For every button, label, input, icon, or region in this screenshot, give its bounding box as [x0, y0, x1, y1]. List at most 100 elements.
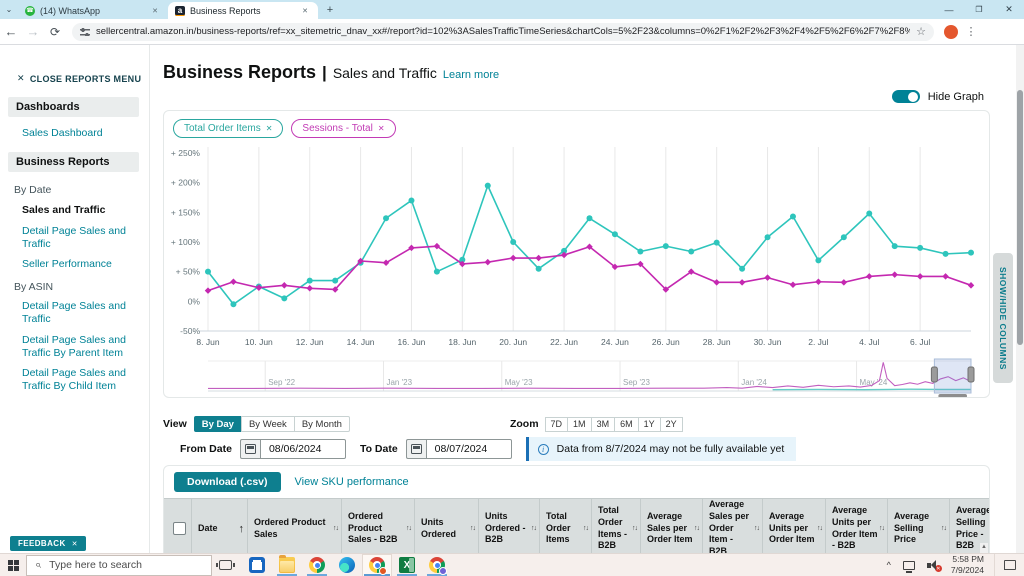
view-by-week[interactable]: By Week — [241, 416, 295, 432]
feedback-badge[interactable]: FEEDBACK ✕ — [10, 536, 86, 551]
sort-icon[interactable]: ↑↓ — [817, 525, 822, 532]
close-tab-icon[interactable]: ✕ — [299, 6, 311, 16]
table-scrollbar[interactable]: ▲ ▼ — [980, 543, 988, 553]
column-header-average-sales-per-order-item-b2b[interactable]: Average Sales per Order Item - B2B↑↓ — [703, 499, 763, 553]
sidebar-item-detail-page-sales-and-traffic[interactable]: Detail Page Sales and Traffic — [0, 296, 149, 330]
chevron-down-icon[interactable]: ⌄ — [0, 0, 18, 19]
zoom-3m[interactable]: 3M — [591, 417, 616, 432]
browser-tab-business-reports[interactable]: aBusiness Reports✕ — [168, 2, 318, 19]
view-sku-performance-link[interactable]: View SKU performance — [295, 476, 409, 488]
sort-icon[interactable]: ↑↓ — [470, 525, 475, 532]
metric-chip-sessions-total[interactable]: Sessions - Total✕ — [291, 119, 395, 138]
column-header-ordered-product-sales[interactable]: Ordered Product Sales↑↓⌄ — [248, 499, 342, 553]
column-header-total-order-items[interactable]: Total Order Items↑↓ — [540, 499, 592, 553]
sort-icon[interactable]: ↑↓ — [583, 525, 588, 532]
view-by-day[interactable]: By Day — [194, 416, 242, 432]
chrome-taskbar-icon[interactable] — [302, 554, 332, 576]
close-icon[interactable]: ✕ — [72, 540, 78, 548]
task-view-button[interactable] — [212, 554, 238, 576]
column-header-units-ordered-b2b[interactable]: Units Ordered - B2B↑↓ — [479, 499, 540, 553]
column-header-date[interactable]: Date↑⌄ — [192, 499, 248, 553]
column-header-select[interactable] — [164, 499, 192, 553]
sidebar-item-detail-page-sales-and-traffic[interactable]: Detail Page Sales and Traffic — [0, 221, 149, 255]
chrome-active-taskbar-icon[interactable] — [362, 554, 392, 576]
sort-ascending-icon[interactable]: ↑ — [239, 523, 245, 535]
from-date-calendar-button[interactable] — [240, 439, 260, 459]
close-icon[interactable]: ✕ — [378, 124, 385, 133]
page-scrollbar[interactable] — [1016, 45, 1024, 553]
sidebar-item-detail-page-sales-and-traffic-by-child-item[interactable]: Detail Page Sales and Traffic By Child I… — [0, 363, 149, 397]
sort-icon[interactable]: ↑↓ — [879, 525, 884, 532]
restore-button[interactable]: ❐ — [964, 0, 994, 19]
hide-graph-toggle[interactable] — [892, 90, 920, 103]
reload-icon[interactable]: ⟳ — [44, 25, 66, 39]
taskbar-clock[interactable]: 5:58 PM 7/9/2024 — [951, 554, 984, 575]
sidebar-item-sales-and-traffic[interactable]: Sales and Traffic — [0, 199, 149, 221]
zoom-1y[interactable]: 1Y — [638, 417, 661, 432]
column-header-total-order-items-b2b[interactable]: Total Order Items - B2B↑↓ — [592, 499, 641, 553]
network-icon[interactable] — [903, 561, 915, 570]
select-all-checkbox[interactable] — [173, 522, 186, 535]
download-csv-button[interactable]: Download (.csv) — [174, 472, 281, 492]
browser-tab-14-whatsapp[interactable]: (14) WhatsApp✕ — [18, 2, 168, 19]
metric-chip-total-order-items[interactable]: Total Order Items✕ — [173, 119, 283, 138]
page-scrollbar-thumb[interactable] — [1017, 90, 1023, 345]
close-icon[interactable]: ✕ — [266, 124, 273, 133]
navigator-handle[interactable] — [931, 367, 937, 382]
action-center-button[interactable] — [994, 554, 1024, 576]
volume-muted-icon[interactable]: ✕ — [927, 560, 939, 570]
excel-taskbar-icon[interactable] — [392, 554, 422, 576]
start-button[interactable] — [0, 554, 26, 576]
navigator-scrollbar-thumb[interactable] — [938, 394, 967, 397]
scroll-up-icon[interactable]: ▲ — [980, 544, 988, 550]
edge-taskbar-icon[interactable] — [332, 554, 362, 576]
close-tab-icon[interactable]: ✕ — [149, 6, 161, 16]
to-date-input[interactable]: 08/07/2024 — [426, 439, 512, 459]
browser-menu-icon[interactable]: ⋮ — [962, 25, 980, 38]
hidden-icons-chevron[interactable]: ^ — [881, 560, 897, 570]
navigator-handle[interactable] — [968, 367, 974, 382]
profile-avatar[interactable] — [944, 25, 958, 39]
forward-icon[interactable]: → — [22, 24, 44, 39]
learn-more-link[interactable]: Learn more — [443, 69, 499, 81]
bookmark-star-icon[interactable]: ☆ — [916, 25, 926, 38]
close-reports-menu[interactable]: ✕ CLOSE REPORTS MENU — [0, 73, 149, 84]
view-by-month[interactable]: By Month — [294, 416, 350, 432]
column-header-units-ordered[interactable]: Units Ordered↑↓⌄ — [415, 499, 479, 553]
sort-icon[interactable]: ↑↓ — [333, 525, 338, 532]
sidebar-item-seller-performance[interactable]: Seller Performance — [0, 254, 149, 275]
column-header-average-sales-per-order-item[interactable]: Average Sales per Order Item↑↓ — [641, 499, 703, 553]
navigator-selection[interactable] — [934, 359, 971, 393]
sort-icon[interactable]: ↑↓ — [694, 525, 699, 532]
from-date-input[interactable]: 08/06/2024 — [260, 439, 346, 459]
zoom-2y[interactable]: 2Y — [660, 417, 683, 432]
sort-icon[interactable]: ↑↓ — [632, 525, 637, 532]
site-settings-icon[interactable] — [80, 28, 90, 36]
zoom-1m[interactable]: 1M — [567, 417, 592, 432]
new-tab-button[interactable]: + — [322, 2, 338, 18]
sort-icon[interactable]: ↑↓ — [754, 525, 759, 532]
sidebar-item-sales-dashboard[interactable]: Sales Dashboard — [0, 123, 149, 144]
column-header-average-units-per-order-item[interactable]: Average Units per Order Item↑↓ — [763, 499, 826, 553]
file-explorer-taskbar-icon[interactable] — [272, 554, 302, 576]
sidebar-item-detail-page-sales-and-traffic-by-parent-item[interactable]: Detail Page Sales and Traffic By Parent … — [0, 330, 149, 364]
back-icon[interactable]: ← — [0, 24, 22, 39]
show-hide-columns-tab[interactable]: SHOW/HIDE COLUMNS — [993, 253, 1013, 383]
column-header-average-selling-price[interactable]: Average Selling Price↑↓ — [888, 499, 950, 553]
column-header-average-units-per-order-item-b2b[interactable]: Average Units per Order Item - B2B↑↓ — [826, 499, 888, 553]
sales-traffic-chart[interactable]: 8. Jun10. Jun12. Jun14. Jun16. Jun18. Ju… — [166, 141, 987, 355]
chart-range-navigator[interactable]: Sep '22Jan '23May '23Sep '23Jan '24May '… — [166, 357, 987, 397]
zoom-7d[interactable]: 7D — [545, 417, 569, 432]
address-bar[interactable]: sellercentral.amazon.in/business-reports… — [72, 23, 934, 41]
sort-icon[interactable]: ↑↓ — [531, 525, 536, 532]
zoom-6m[interactable]: 6M — [614, 417, 639, 432]
taskbar-search[interactable]: ⌕ Type here to search — [26, 555, 212, 576]
url-text[interactable]: sellercentral.amazon.in/business-reports… — [96, 26, 910, 37]
column-header-ordered-product-sales-b2b[interactable]: Ordered Product Sales - B2B↑↓ — [342, 499, 415, 553]
close-window-button[interactable]: ✕ — [994, 0, 1024, 19]
store-taskbar-icon[interactable] — [242, 554, 272, 576]
to-date-calendar-button[interactable] — [406, 439, 426, 459]
sort-icon[interactable]: ↑↓ — [941, 525, 946, 532]
chrome-profile-taskbar-icon[interactable] — [422, 554, 452, 576]
sort-icon[interactable]: ↑↓ — [406, 525, 411, 532]
